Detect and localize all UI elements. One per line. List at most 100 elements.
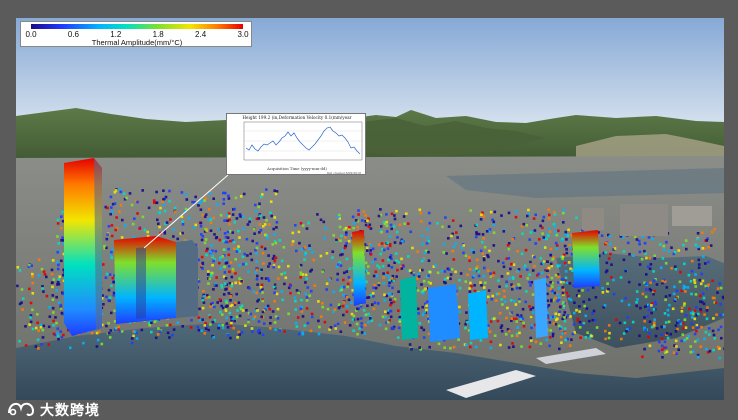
measurement-point [697,266,701,269]
measurement-point [678,280,682,284]
measurement-point [607,257,611,260]
measurement-point [171,333,174,337]
measurement-point [503,300,507,303]
measurement-point [644,295,648,299]
measurement-point [567,297,571,300]
measurement-point [561,257,564,261]
measurement-point [24,325,27,328]
measurement-point [569,246,572,249]
measurement-point [325,288,328,291]
measurement-point [337,303,341,306]
measurement-point [224,309,228,312]
measurement-point [510,262,513,266]
measurement-point [367,225,371,229]
measurement-point [469,341,473,345]
measurement-point [223,219,226,222]
measurement-point [547,217,551,220]
measurement-point [662,325,666,329]
measurement-point [295,289,299,292]
measurement-point [600,234,604,237]
measurement-point [695,329,698,333]
measurement-point [515,210,518,213]
measurement-point [113,309,116,312]
measurement-point [472,251,476,254]
measurement-point [635,304,638,308]
measurement-point [427,250,430,254]
measurement-point [507,257,511,260]
measurement-point [105,272,109,276]
measurement-point [256,283,259,286]
measurement-point [481,252,484,255]
measurement-point [479,339,483,342]
measurement-point [547,304,551,307]
measurement-point [538,238,541,241]
measurement-point [557,275,560,279]
measurement-point [246,254,249,257]
map-view[interactable] [16,18,724,400]
measurement-point [522,266,526,270]
measurement-point [275,221,279,224]
measurement-point [581,289,584,292]
measurement-point [480,240,484,244]
measurement-point [118,210,121,213]
measurement-point [573,311,576,315]
measurement-point [110,284,113,288]
building-cluster-west [114,236,198,324]
measurement-point [245,262,248,266]
measurement-point [443,270,447,273]
measurement-point [45,275,48,279]
measurement-point [636,298,639,301]
measurement-point [214,249,218,253]
measurement-point [345,270,349,273]
measurement-point [364,223,368,227]
measurement-point [682,284,686,288]
measurement-point [382,276,385,279]
measurement-point [441,225,444,229]
measurement-point [202,301,206,304]
measurement-point [454,242,458,245]
measurement-point [191,200,194,204]
measurement-point [693,281,697,285]
measurement-point [683,262,686,266]
measurement-point [201,267,204,270]
measurement-point [266,277,270,280]
measurement-point [56,283,59,286]
measurement-point [261,299,265,303]
measurement-point [517,283,520,286]
measurement-point [130,341,134,345]
measurement-point [707,283,710,287]
measurement-point [625,330,628,333]
measurement-point [665,332,669,335]
measurement-point [469,281,472,285]
measurement-point [388,275,391,279]
measurement-point [199,208,203,211]
measurement-point [468,268,472,271]
measurement-point [719,314,723,317]
measurement-point [345,296,349,299]
measurement-point [366,249,369,252]
measurement-point [283,271,286,275]
measurement-point [389,223,393,227]
measurement-point [102,303,105,306]
measurement-point [340,288,344,292]
measurement-point [699,300,702,303]
measurement-point [241,215,245,218]
measurement-point [225,316,228,320]
measurement-point [703,313,706,316]
measurement-point [254,210,258,213]
measurement-point [426,300,429,303]
measurement-point [603,304,607,307]
measurement-point [42,290,45,293]
measurement-point [283,330,286,333]
measurement-point [369,249,372,252]
measurement-point [482,274,486,278]
measurement-point [549,287,552,291]
measurement-point [671,307,675,311]
measurement-point [667,250,671,253]
measurement-point [607,324,611,327]
measurement-point [513,300,516,303]
measurement-point [398,318,402,321]
measurement-point [556,265,560,268]
measurement-point [533,264,536,268]
measurement-point [373,301,377,304]
